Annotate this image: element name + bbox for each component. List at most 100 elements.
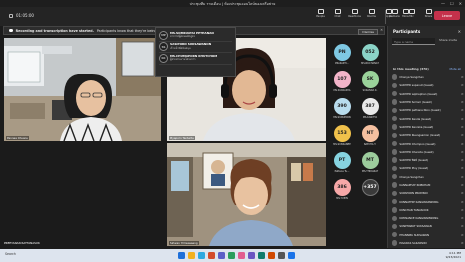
taskbar-app-icon[interactable] [268, 252, 275, 259]
title-bar: ประชุมทีม รายเดือน | ห้องประชุมออนไลน์ขอ… [0, 0, 465, 7]
taskbar-app-icon[interactable] [278, 252, 285, 259]
taskbar-app-icon[interactable] [218, 252, 225, 259]
participant-name: SARIYER พิมพ์ (Guest) [399, 157, 428, 162]
window-controls: — ☐ ✕ [441, 0, 462, 7]
taskbar-app-icon[interactable] [198, 252, 205, 259]
avatar-tile[interactable]: MT MS.THIDARAT [358, 152, 382, 178]
search-input[interactable]: Type a name [392, 38, 435, 45]
mic-off-icon: ⊘ [461, 232, 464, 237]
participant-row[interactable]: SARIYER Kanda (Guest) ⊘ [392, 114, 465, 122]
participant-row[interactable]: Chanya Sangchan ⊘ [392, 73, 465, 81]
participant-row[interactable]: SARIYER Kannika (Guest) ⊘ [392, 123, 465, 131]
popup-participant[interactable]: MP MS.SOMKUATAI PETHANAN อาจารย์ผู้สอนหลัก… [159, 30, 232, 42]
minimize-button[interactable]: — [441, 0, 445, 7]
participant-row[interactable]: SARIYER Somsri (Guest) ⊘ [392, 98, 465, 106]
maximize-button[interactable]: ☐ [450, 0, 454, 7]
participant-row[interactable]: SUPAPORN PROMNOI ⊘ [392, 189, 465, 197]
toolbar-button-reactions[interactable]: Reactions [348, 9, 361, 18]
participant-row[interactable]: SARIYER Ruengsamon (Guest) ⊘ [392, 131, 465, 139]
popup-participant[interactable]: KK MS.CHUMAPORN KHUTCHOM ผู้ประสานงานโครงก… [159, 53, 232, 65]
avatar-tile[interactable]: 390 MS.SUPAPORN [330, 98, 354, 124]
taskbar-apps [178, 252, 295, 259]
participant-name: KUNNATHIP KANGWANWONG [399, 199, 439, 204]
participant-row[interactable]: SARIYER Chanida (Guest) ⊘ [392, 148, 465, 156]
toolbar-button-rooms[interactable]: Rooms [365, 9, 378, 18]
avatar: MP [159, 30, 168, 40]
taskbar-app-icon[interactable] [228, 252, 235, 259]
video-tile-1[interactable]: Pannee Chuanu [4, 38, 161, 141]
avatar: MT [361, 152, 379, 169]
avatar-tile[interactable]: 107 MS.SUKKANYA [330, 71, 354, 97]
avatar [392, 132, 398, 138]
taskbar-app-icon[interactable] [248, 252, 255, 259]
avatar: 386 [333, 179, 351, 196]
participant-row[interactable]: Chanya Sangchan ⊘ [392, 173, 465, 181]
taskbar-app-icon[interactable] [178, 252, 185, 259]
toolbar-button-camera[interactable]: Camera [388, 9, 401, 18]
video-tile-3[interactable]: Siriwan Yimwasaeng [167, 143, 326, 246]
participant-row[interactable]: SARIYER supanut (Guest) ⊘ [392, 81, 465, 89]
close-panel-icon[interactable]: ✕ [458, 29, 461, 34]
participant-row[interactable]: SARIYER wiphaphan (Guest) ⊘ [392, 90, 465, 98]
video-feed-office [4, 38, 161, 141]
dismiss-button[interactable]: Dismiss [358, 28, 378, 35]
avatar [392, 91, 398, 97]
reactions-icon [351, 9, 358, 14]
avatar-tile[interactable]: 386 MS.YUPIN [330, 179, 354, 205]
share-invite-button[interactable]: Share invite [439, 38, 457, 42]
participant-row[interactable]: SARIYER พิมพ์ (Guest) ⊘ [392, 156, 465, 164]
taskbar-app-icon[interactable] [288, 252, 295, 259]
mute-all-link[interactable]: Mute all [449, 67, 461, 71]
popup-participant[interactable]: SS SASIPORN SUKSAWANON เจ้าหน้าที่สนับสนุน [159, 42, 232, 53]
participant-row[interactable]: SARIYER Ploy (Guest) ⊘ [392, 164, 465, 172]
mic-off-icon: ⊘ [461, 116, 464, 121]
participant-row[interactable]: KOMSANCE KANGWANWONG ⊘ [392, 214, 465, 222]
toolbar-button-mic[interactable]: Mic [405, 9, 418, 18]
participant-row[interactable]: SUNPHARKT SUKSAWAN ⊘ [392, 222, 465, 230]
avatar-tile[interactable]: 052 MS.NUCHANAT [358, 44, 382, 70]
participant-row[interactable]: PAVARAS SAKANSIRI ⊘ [392, 239, 465, 247]
in-meeting-section[interactable]: In this meeting (370) [393, 67, 429, 71]
avatar [392, 240, 398, 246]
participant-row[interactable]: PHANNIPA SUKSAWAN ⊘ [392, 231, 465, 239]
avatar-tile[interactable]: 387 MS.KANITTA [358, 98, 382, 124]
mic-off-icon: ⊘ [461, 91, 464, 96]
avatar-tile[interactable]: +357 [358, 179, 382, 205]
close-window-button[interactable]: ✕ [459, 0, 462, 7]
tile-name: Pannee Chuanu [6, 136, 30, 140]
avatar-tile[interactable]: 153 MS.SUNSANEE [330, 125, 354, 151]
avatar-tile[interactable]: NT NATCHA T. [358, 125, 382, 151]
participant-name: SUNPHARKT SUKSAWAN [399, 224, 432, 229]
taskbar-app-icon[interactable] [188, 252, 195, 259]
system-tray[interactable]: 4:11 PM 9/23/2021 [446, 251, 461, 259]
avatar [392, 215, 398, 221]
taskbar-search[interactable]: Search [5, 252, 16, 256]
avatar-tile[interactable]: PT Pattana Tu... [330, 152, 354, 178]
avatar-tile[interactable]: SK SUKANDA K. [358, 71, 382, 97]
taskbar-app-icon[interactable] [208, 252, 215, 259]
avatar-name: NATCHA T. [363, 143, 377, 146]
avatar [392, 223, 398, 230]
avatar: SS [159, 42, 168, 52]
participant-name: SARIYER Somsri (Guest) [399, 100, 432, 105]
avatar: 390 [333, 98, 351, 115]
avatar-name: SUKANDA K. [362, 89, 378, 92]
toolbar-label: Reactions [348, 15, 361, 18]
leave-button[interactable]: Leave [434, 11, 460, 20]
participant-row[interactable]: SARIYER Chompoo (Guest) ⊘ [392, 139, 465, 147]
toolbar-button-people[interactable]: People [314, 9, 327, 18]
taskbar-app-icon[interactable] [238, 252, 245, 259]
toolbar-divider [385, 10, 386, 24]
participant-row[interactable]: KUNCHAN TANASOOK ⊘ [392, 206, 465, 214]
participant-row[interactable]: KUNNATHIP KANGWANWONG ⊘ [392, 197, 465, 205]
avatar: PT [333, 152, 351, 169]
avatar [392, 182, 398, 188]
meeting-timer: 01:05:00 [9, 13, 34, 18]
taskbar-app-icon[interactable] [258, 252, 265, 259]
toolbar-button-chat[interactable]: Chat [331, 9, 344, 18]
avatar-tile[interactable]: PN PRAKARTI... [330, 44, 354, 70]
participant-row[interactable]: SARIYER pathana Nion (Guest) ⊘ [392, 106, 465, 114]
close-banner-icon[interactable]: ✕ [380, 28, 383, 32]
popup-role: เจ้าหน้าที่สนับสนุน [170, 46, 191, 50]
participant-row[interactable]: KANNAPHAT ROBKHAM ⊘ [392, 181, 465, 189]
